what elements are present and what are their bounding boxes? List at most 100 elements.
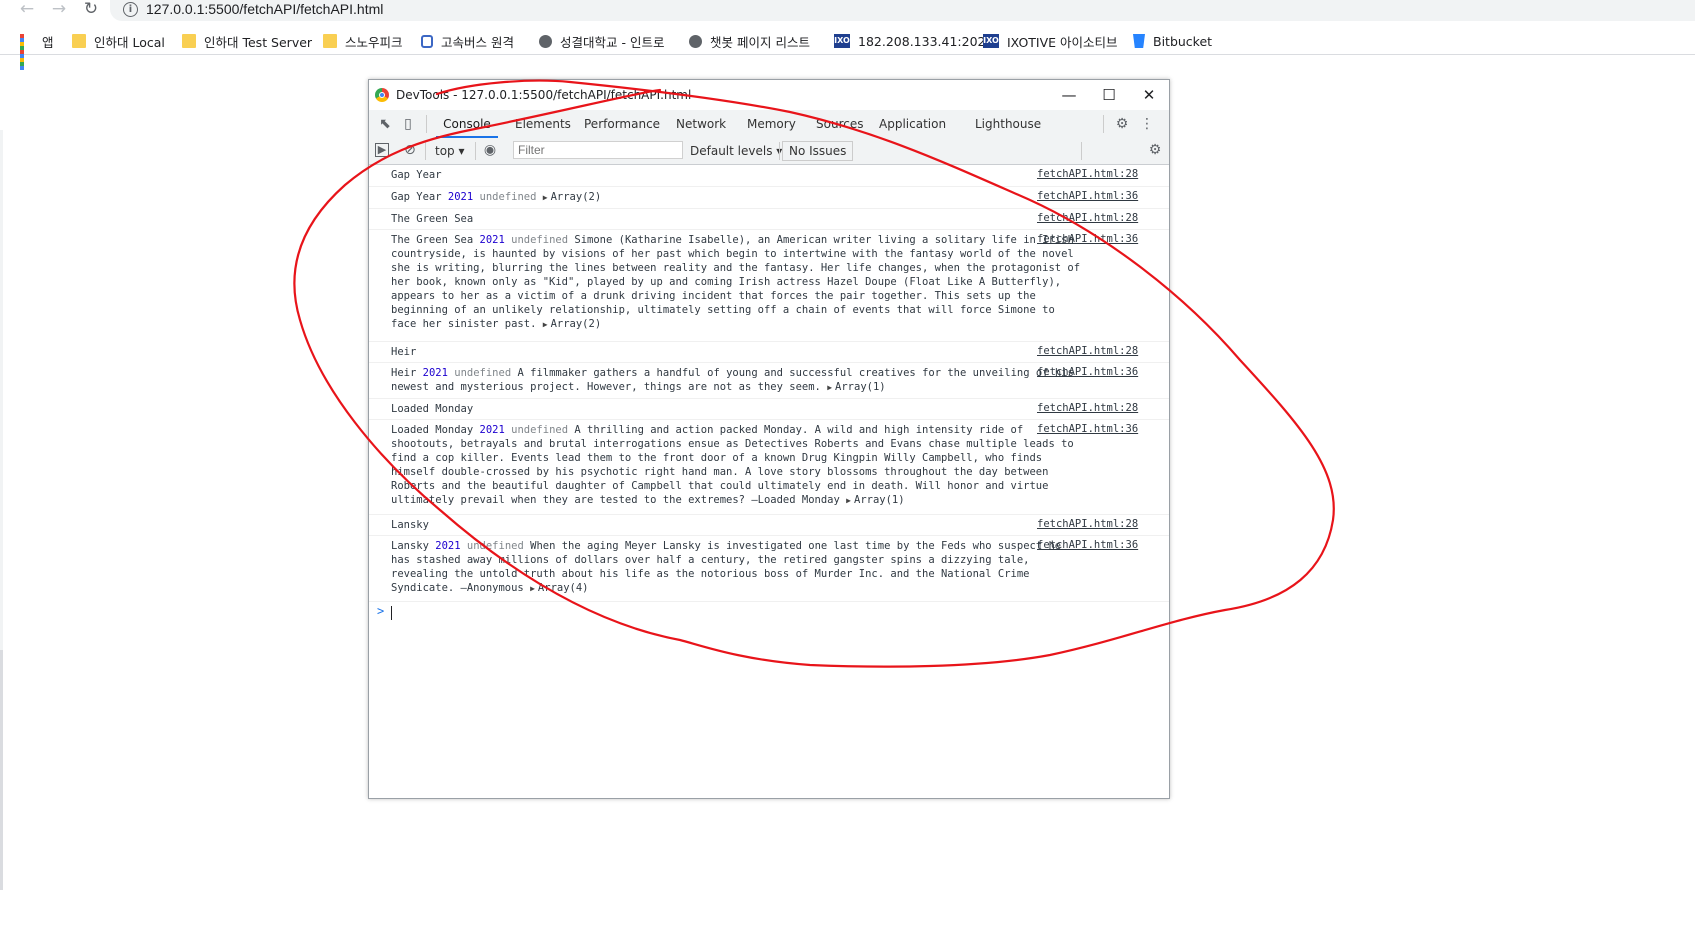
bookmark-sungkyul[interactable]: 성결대학교 - 인트로 bbox=[539, 32, 664, 50]
tab-memory[interactable]: Memory bbox=[747, 110, 796, 138]
array-expander[interactable]: Array(4) bbox=[530, 582, 588, 594]
source-link[interactable]: fetchAPI.html:28 bbox=[1037, 212, 1138, 224]
device-toolbar-icon[interactable]: ▯ bbox=[400, 116, 416, 132]
ixo-icon: IXO bbox=[983, 34, 999, 48]
message-title: Heir bbox=[391, 367, 417, 379]
console-panel: Gap Year fetchAPI.html:28 Gap Year 2021 … bbox=[369, 165, 1169, 798]
console-message: The Green Sea 2021 undefined Simone (Kat… bbox=[391, 233, 1083, 332]
console-message: Loaded Monday bbox=[391, 402, 1083, 416]
reload-icon[interactable]: ↻ bbox=[80, 0, 102, 18]
console-input[interactable] bbox=[391, 606, 392, 620]
message-text: Loaded Monday bbox=[391, 403, 474, 415]
tab-application[interactable]: Application bbox=[879, 110, 946, 138]
tab-lighthouse[interactable]: Lighthouse bbox=[975, 110, 1041, 138]
message-title: Gap Year bbox=[391, 191, 442, 203]
bookmark-apps[interactable]: 앱 bbox=[20, 32, 54, 70]
tab-console[interactable]: Console bbox=[436, 110, 498, 138]
more-options-icon[interactable]: ⋮ bbox=[1139, 116, 1155, 132]
console-settings-gear-icon[interactable]: ⚙ bbox=[1147, 142, 1163, 158]
message-undefined: undefined bbox=[454, 367, 512, 379]
message-text: Heir bbox=[391, 346, 417, 358]
message-body: Simone (Katharine Isabelle), an American… bbox=[391, 234, 1081, 330]
message-divider bbox=[369, 362, 1169, 363]
bookmark-label: 인하대 Local bbox=[94, 34, 165, 50]
message-divider bbox=[369, 341, 1169, 342]
message-divider bbox=[369, 514, 1169, 515]
message-undefined: undefined bbox=[511, 424, 569, 436]
levels-label: Default levels bbox=[690, 144, 773, 158]
console-message: Gap Year bbox=[391, 168, 1083, 182]
ixo-icon: IXO bbox=[834, 34, 850, 48]
console-message: Lansky bbox=[391, 518, 1083, 532]
issues-badge[interactable]: No Issues bbox=[782, 141, 854, 161]
message-title: The Green Sea bbox=[391, 234, 474, 246]
folder-icon bbox=[72, 34, 86, 48]
message-title: Loaded Monday bbox=[391, 424, 474, 436]
array-expander[interactable]: Array(2) bbox=[543, 191, 601, 203]
source-link[interactable]: fetchAPI.html:28 bbox=[1037, 345, 1138, 357]
chrome-logo-icon bbox=[375, 88, 389, 102]
clear-console-icon[interactable]: ⊘ bbox=[402, 142, 418, 158]
tab-elements[interactable]: Elements bbox=[515, 110, 571, 138]
bookmark-ip[interactable]: IXO 182.208.133.41:2020 bbox=[834, 32, 993, 50]
maximize-icon[interactable]: ☐ bbox=[1089, 85, 1129, 105]
context-selector[interactable]: top ▾ bbox=[435, 142, 465, 160]
filter-input[interactable]: Filter bbox=[513, 141, 683, 159]
message-divider bbox=[369, 229, 1169, 230]
bookmark-bitbucket[interactable]: Bitbucket bbox=[1133, 32, 1212, 50]
console-message: Heir bbox=[391, 345, 1083, 359]
minimize-icon[interactable]: — bbox=[1049, 85, 1089, 105]
message-year: 2021 bbox=[447, 191, 474, 203]
bookmark-chatbot-list[interactable]: 챗봇 페이지 리스트 bbox=[689, 32, 810, 50]
tab-performance[interactable]: Performance bbox=[584, 110, 660, 138]
page-scrollbar[interactable] bbox=[0, 650, 3, 890]
source-link[interactable]: fetchAPI.html:28 bbox=[1037, 402, 1138, 414]
devtools-title: DevTools - 127.0.0.1:5500/fetchAPI/fetch… bbox=[396, 88, 692, 102]
settings-gear-icon[interactable]: ⚙ bbox=[1114, 116, 1130, 132]
source-link[interactable]: fetchAPI.html:36 bbox=[1037, 233, 1138, 245]
source-link[interactable]: fetchAPI.html:36 bbox=[1037, 539, 1138, 551]
devtools-titlebar[interactable]: DevTools - 127.0.0.1:5500/fetchAPI/fetch… bbox=[369, 80, 1169, 110]
tab-separator bbox=[426, 115, 427, 133]
devtools-window: DevTools - 127.0.0.1:5500/fetchAPI/fetch… bbox=[368, 79, 1170, 799]
array-expander[interactable]: Array(2) bbox=[543, 318, 601, 330]
bookmark-inha-test[interactable]: 인하대 Test Server bbox=[182, 32, 312, 50]
message-year: 2021 bbox=[479, 424, 505, 436]
message-divider bbox=[369, 535, 1169, 536]
tab-network[interactable]: Network bbox=[676, 110, 726, 138]
lock-icon bbox=[421, 34, 433, 48]
array-expander[interactable]: Array(1) bbox=[846, 494, 904, 506]
message-undefined: undefined bbox=[466, 540, 524, 552]
sidebar-toggle-icon[interactable]: ▶ bbox=[375, 143, 389, 157]
source-link[interactable]: fetchAPI.html:28 bbox=[1037, 518, 1138, 530]
source-link[interactable]: fetchAPI.html:28 bbox=[1037, 168, 1138, 180]
bookmark-label: 182.208.133.41:2020 bbox=[858, 33, 994, 49]
globe-icon bbox=[539, 34, 552, 48]
source-link[interactable]: fetchAPI.html:36 bbox=[1037, 190, 1138, 202]
eye-icon[interactable]: ◉ bbox=[482, 142, 498, 158]
bookmarks-bar: 앱 인하대 Local 인하대 Test Server 스노우피크 고속버스 원… bbox=[0, 27, 1695, 70]
context-label: top bbox=[435, 144, 455, 158]
back-arrow-icon[interactable]: ← bbox=[16, 0, 38, 18]
inspect-element-icon[interactable]: ⬉ bbox=[377, 116, 393, 132]
log-levels-dropdown[interactable]: Default levels ▾ bbox=[690, 142, 782, 160]
message-divider bbox=[369, 601, 1169, 602]
close-icon[interactable]: ✕ bbox=[1129, 85, 1169, 105]
info-icon[interactable]: i bbox=[123, 2, 138, 17]
bookmark-ixotive[interactable]: IXO IXOTIVE 아이소티브 bbox=[983, 32, 1118, 50]
tab-sources[interactable]: Sources bbox=[816, 110, 863, 138]
source-link[interactable]: fetchAPI.html:36 bbox=[1037, 366, 1138, 378]
message-divider bbox=[369, 419, 1169, 420]
bookmark-label: IXOTIVE 아이소티브 bbox=[1007, 34, 1118, 50]
toolbar-separator bbox=[425, 142, 426, 160]
bookmark-inha-local[interactable]: 인하대 Local bbox=[72, 32, 165, 50]
url-text[interactable]: 127.0.0.1:5500/fetchAPI/fetchAPI.html bbox=[146, 1, 383, 17]
array-expander[interactable]: Array(1) bbox=[827, 381, 885, 393]
message-year: 2021 bbox=[422, 367, 448, 379]
bookmark-snowpeak[interactable]: 스노우피크 bbox=[323, 32, 403, 50]
message-text: The Green Sea bbox=[391, 213, 474, 225]
forward-arrow-icon[interactable]: → bbox=[48, 0, 70, 18]
bookmark-bus-remote[interactable]: 고속버스 원격 bbox=[421, 32, 514, 50]
omnibox[interactable]: i 127.0.0.1:5500/fetchAPI/fetchAPI.html bbox=[110, 0, 1695, 21]
source-link[interactable]: fetchAPI.html:36 bbox=[1037, 423, 1138, 435]
